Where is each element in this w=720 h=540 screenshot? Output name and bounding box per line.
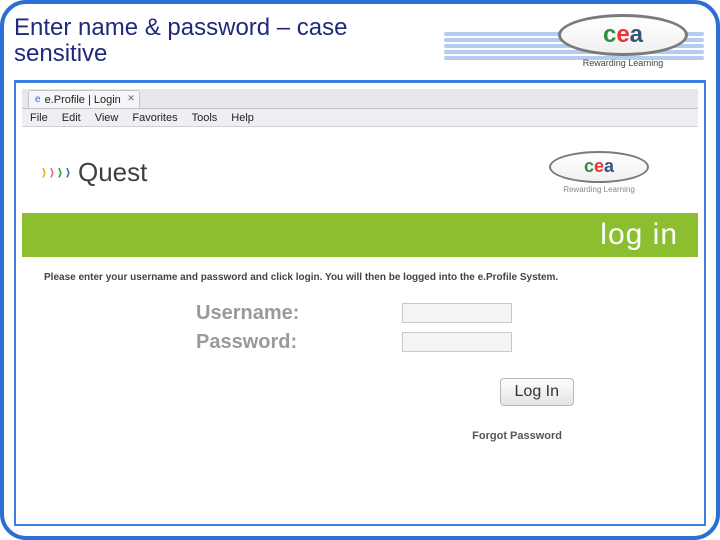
username-input[interactable] bbox=[402, 303, 512, 323]
tab-strip: e e.Profile | Login ✕ bbox=[22, 89, 698, 109]
menu-file[interactable]: File bbox=[30, 112, 48, 124]
slide-header: Enter name & password – case sensitive c… bbox=[4, 4, 716, 72]
login-button[interactable]: Log In bbox=[500, 378, 574, 406]
username-row: Username: bbox=[66, 302, 654, 325]
menu-favorites[interactable]: Favorites bbox=[132, 112, 177, 124]
cea-tagline: Rewarding Learning bbox=[583, 58, 664, 68]
password-input[interactable] bbox=[402, 332, 512, 352]
forgot-row: Forgot Password bbox=[66, 406, 654, 442]
cea-logo: c e a Rewarding Learning bbox=[548, 12, 698, 70]
login-banner-bar: log in bbox=[22, 213, 698, 257]
menu-view[interactable]: View bbox=[95, 112, 119, 124]
cea-letter-a: a bbox=[604, 156, 614, 177]
tab-title: e.Profile | Login bbox=[45, 94, 121, 106]
close-icon[interactable]: ✕ bbox=[127, 93, 135, 104]
password-row: Password: bbox=[66, 331, 654, 354]
cea-letter-c: c bbox=[584, 156, 594, 177]
login-instructions: Please enter your username and password … bbox=[36, 257, 684, 296]
login-button-row: Log In bbox=[66, 360, 654, 406]
cea-logo-small-oval: c e a bbox=[549, 151, 649, 183]
forgot-password-link[interactable]: Forgot Password bbox=[472, 430, 562, 442]
quest-brand-text: Quest bbox=[78, 157, 147, 188]
password-label: Password: bbox=[66, 331, 386, 354]
login-banner-text: log in bbox=[600, 218, 678, 252]
browser-tab[interactable]: e e.Profile | Login ✕ bbox=[28, 90, 140, 108]
cea-logo-small: c e a Rewarding Learning bbox=[524, 143, 674, 201]
menu-help[interactable]: Help bbox=[231, 112, 254, 124]
login-form: Username: Password: Log In Forgot Passwo… bbox=[36, 302, 684, 442]
username-label: Username: bbox=[66, 302, 386, 325]
cea-letter-e: e bbox=[616, 21, 629, 49]
menu-bar: File Edit View Favorites Tools Help bbox=[22, 109, 698, 127]
quest-logo: › › › › Quest bbox=[40, 157, 147, 188]
quest-chevrons-icon: › › › › bbox=[40, 160, 72, 184]
cea-letter-e: e bbox=[594, 156, 604, 177]
slide-body: e e.Profile | Login ✕ File Edit View Fav… bbox=[14, 80, 706, 526]
cea-letter-c: c bbox=[603, 21, 616, 49]
browser-window: e e.Profile | Login ✕ File Edit View Fav… bbox=[22, 89, 698, 518]
logo-row: › › › › Quest c e a Rewarding L bbox=[36, 139, 684, 209]
page-content: › › › › Quest c e a Rewarding L bbox=[22, 131, 698, 518]
menu-tools[interactable]: Tools bbox=[192, 112, 218, 124]
cea-logo-oval: c e a bbox=[558, 14, 688, 56]
cea-letter-a: a bbox=[630, 21, 643, 49]
cea-tagline-small: Rewarding Learning bbox=[563, 185, 635, 194]
menu-edit[interactable]: Edit bbox=[62, 112, 81, 124]
slide-frame: Enter name & password – case sensitive c… bbox=[0, 0, 720, 540]
ie-icon: e bbox=[35, 94, 41, 105]
slide-title: Enter name & password – case sensitive bbox=[14, 15, 434, 68]
